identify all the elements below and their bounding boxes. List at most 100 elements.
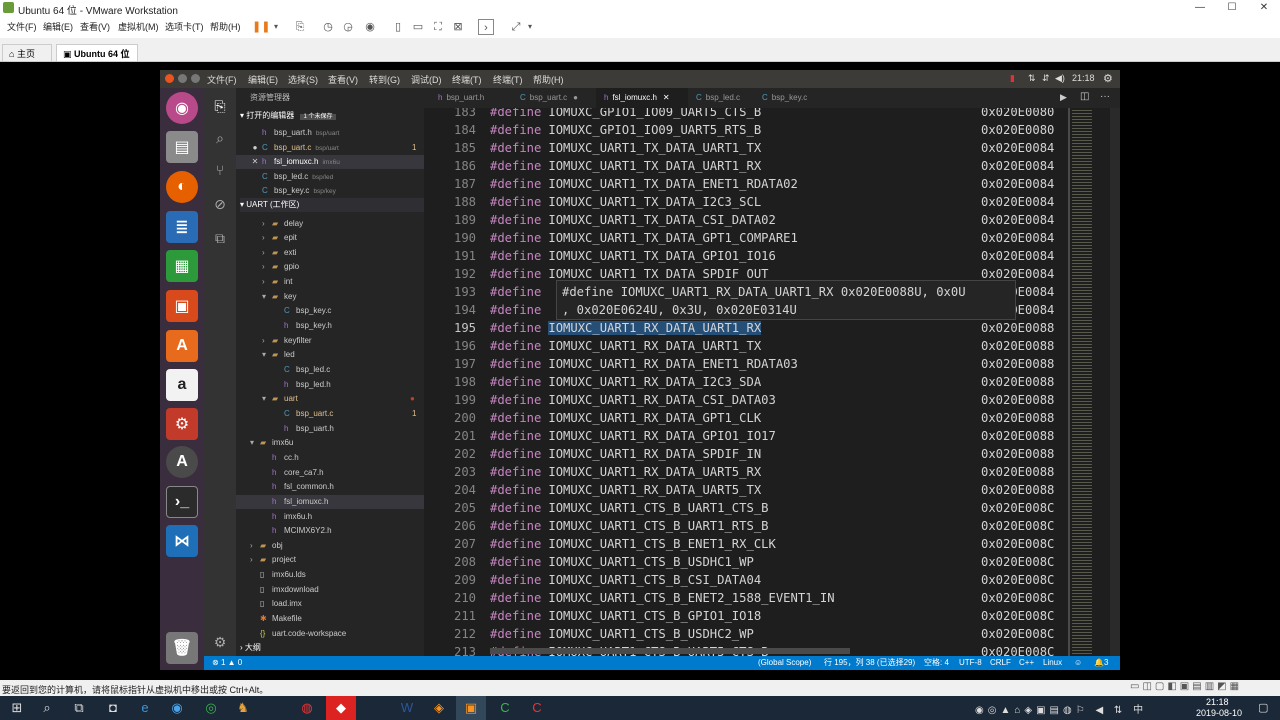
terminal-icon[interactable]: ›_	[166, 486, 198, 518]
software-updater-icon[interactable]: A	[166, 446, 198, 478]
close-tab-icon[interactable]: ✕	[663, 93, 670, 102]
split-editor-icon[interactable]: ◫	[1080, 91, 1089, 102]
tree-file[interactable]: h bsp_key.h	[236, 319, 424, 333]
open-editor-item[interactable]: h bsp_uart.h bsp/uart	[236, 126, 424, 140]
ubuntu-menu-terminal[interactable]: 终端(T)	[452, 73, 482, 86]
menu-file[interactable]: 文件(F)	[7, 16, 37, 38]
minimap[interactable]	[1068, 108, 1070, 656]
current-code-line[interactable]: 195 #define IOMUXC_UART1_RX_DATA_UART1_RX 0…	[424, 319, 1064, 337]
writer-icon[interactable]: ≣	[166, 211, 198, 243]
extensions-icon[interactable]: ⧉	[210, 228, 230, 248]
debug-icon[interactable]: ⊘	[210, 194, 230, 214]
menu-view[interactable]: 查看(V)	[80, 16, 110, 38]
scope-status[interactable]: (Global Scope)	[758, 656, 811, 670]
code-line[interactable]: 209 #define IOMUXC_UART1_CTS_B_CSI_DATA04 0…	[424, 571, 1064, 589]
tree-folder[interactable]: ▾ ▰ uart ●	[236, 392, 424, 406]
ubuntu-menu-terminal-2[interactable]: 终端(T)	[493, 73, 523, 86]
code-line[interactable]: 183 #define IOMUXC_GPIO1_IO09_UART5_CTS_B 0…	[424, 108, 1064, 121]
tree-file[interactable]: ▯ load.imx	[236, 597, 424, 611]
volume-icon[interactable]: ◀)	[1055, 73, 1065, 84]
code-line[interactable]: 184 #define IOMUXC_GPIO1_IO09_UART5_RTS_B 0…	[424, 121, 1064, 139]
code-line[interactable]: 191 #define IOMUXC_UART1_TX_DATA_GPIO1_IO1…	[424, 247, 1064, 265]
calc-icon[interactable]: ▦	[166, 250, 198, 282]
vertical-scrollbar[interactable]	[1110, 108, 1120, 656]
tree-file[interactable]: h cc.h	[236, 451, 424, 465]
tab-home[interactable]: ⌂ 主页	[2, 44, 52, 62]
code-line[interactable]: 211 #define IOMUXC_UART1_CTS_B_GPIO1_IO18 0…	[424, 607, 1064, 625]
ubuntu-menu-debug[interactable]: 调试(D)	[411, 73, 442, 86]
green-app-icon[interactable]: ◎	[196, 696, 226, 720]
menu-help[interactable]: 帮助(H)	[210, 16, 241, 38]
vmware-taskbar-icon[interactable]: ▣	[456, 696, 486, 720]
ubuntu-dash-icon[interactable]: ◉	[166, 92, 198, 124]
tree-file[interactable]: Cbsp_key.c	[236, 304, 424, 318]
dropdown-icon[interactable]: ▾	[268, 19, 284, 35]
clock-date[interactable]: 2019-08-10	[1196, 708, 1242, 718]
thumbnail-icon[interactable]: ▭	[410, 19, 426, 35]
tree-folder[interactable]: › ▰ gpio	[236, 260, 424, 274]
editor-tab[interactable]: Cbsp_led.c	[688, 88, 754, 108]
code-line[interactable]: 212 #define IOMUXC_UART1_CTS_B_USDHC2_WP 0x…	[424, 625, 1064, 643]
browser-icon[interactable]: ◉	[162, 696, 192, 720]
indent-status[interactable]: 空格: 4	[924, 656, 949, 670]
open-editor-item[interactable]: ✕ h fsl_iomuxc.h imx6u	[236, 155, 424, 169]
tree-file[interactable]: ▯ imx6u.lds	[236, 568, 424, 582]
code-line[interactable]: 196 #define IOMUXC_UART1_RX_DATA_UART1_TX 0…	[424, 337, 1064, 355]
os-status[interactable]: Linux	[1043, 656, 1062, 670]
search-icon[interactable]: ⌕	[210, 128, 230, 148]
horizontal-scrollbar[interactable]	[490, 648, 850, 654]
ubuntu-menu-help[interactable]: 帮助(H)	[533, 73, 564, 86]
manage-gear-icon[interactable]: ⚙	[210, 632, 230, 652]
tree-file[interactable]: ✱ Makefile	[236, 612, 424, 626]
sidebar-toggle-icon[interactable]: ▯	[390, 19, 406, 35]
more-actions-icon[interactable]: ···	[1100, 91, 1110, 102]
code-line[interactable]: 190 #define IOMUXC_UART1_TX_DATA_GPT1_COMP…	[424, 229, 1064, 247]
code-line[interactable]: 187 #define IOMUXC_UART1_TX_DATA_ENET1_RDA…	[424, 175, 1064, 193]
ubuntu-clock[interactable]: 21:18	[1072, 73, 1095, 83]
code-editor[interactable]: 183 #define IOMUXC_GPIO1_IO09_UART5_CTS_B 0…	[424, 108, 1120, 656]
tree-folder[interactable]: › ▰ obj	[236, 539, 424, 553]
unity-icon[interactable]: ⊠	[450, 19, 466, 35]
tree-file[interactable]: Cbsp_led.c	[236, 363, 424, 377]
fullscreen-icon[interactable]: ⛶	[430, 19, 446, 35]
tree-folder[interactable]: › ▰ keyfilter	[236, 334, 424, 348]
code-line[interactable]: 189 #define IOMUXC_UART1_TX_DATA_CSI_DATA0…	[424, 211, 1064, 229]
workspace-header[interactable]: ▾ UART (工作区)	[240, 198, 424, 212]
menu-edit[interactable]: 编辑(E)	[43, 16, 73, 38]
tab-ubuntu[interactable]: ▣ Ubuntu 64 位 ✕	[56, 44, 138, 77]
tree-folder[interactable]: › ▰ epit	[236, 231, 424, 245]
taskbar-search-icon[interactable]: ⌕	[32, 696, 62, 720]
tree-file[interactable]: Cbsp_uart.c 1	[236, 407, 424, 421]
send-keys-icon[interactable]: ⎘	[292, 19, 308, 35]
tree-folder[interactable]: › ▰ project	[236, 553, 424, 567]
red-app-icon[interactable]: ◆	[326, 696, 356, 720]
ubuntu-menu-goto[interactable]: 转到(G)	[369, 73, 400, 86]
close-button[interactable]: ✕	[1250, 0, 1278, 16]
code-line[interactable]: 197 #define IOMUXC_UART1_RX_DATA_ENET1_RDA…	[424, 355, 1064, 373]
feedback-icon[interactable]: ☺	[1074, 656, 1082, 670]
code-line[interactable]: 201 #define IOMUXC_UART1_RX_DATA_GPIO1_IO1…	[424, 427, 1064, 445]
open-editor-item[interactable]: ● Cbsp_uart.c bsp/uart 1	[236, 141, 424, 155]
tree-file[interactable]: h bsp_uart.h	[236, 422, 424, 436]
source-control-icon[interactable]: ⑂	[210, 160, 230, 180]
open-editor-item[interactable]: Cbsp_led.c bsp/led	[236, 170, 424, 184]
tree-folder[interactable]: › ▰ int	[236, 275, 424, 289]
language-status[interactable]: C++	[1019, 656, 1034, 670]
minimap-preview[interactable]	[1072, 108, 1092, 656]
ubuntu-menu-select[interactable]: 选择(S)	[288, 73, 318, 86]
menu-tabs[interactable]: 选项卡(T)	[165, 16, 204, 38]
errors-status[interactable]: ⊗ 1 ▲ 0	[212, 656, 242, 670]
software-center-icon[interactable]: A	[166, 330, 198, 362]
keyboard-icon[interactable]: ⇅	[1028, 73, 1036, 84]
tree-file[interactable]: ▯ imxdownload	[236, 583, 424, 597]
tray-icons[interactable]: ◉◎▲⌂◈▣▤◍⚐ ◀ ⇅ 中	[975, 701, 1147, 716]
close-window-icon[interactable]	[165, 74, 174, 83]
ubuntu-menu-file[interactable]: 文件(F)	[207, 73, 237, 86]
device-icons[interactable]: ▭◫▢◧▣▤▥◩▦	[1130, 681, 1242, 692]
minimize-button[interactable]: —	[1186, 0, 1214, 16]
open-editor-item[interactable]: Cbsp_key.c bsp/key	[236, 184, 424, 198]
system-settings-icon[interactable]: ⚙	[166, 408, 198, 440]
files-icon[interactable]: ▤	[166, 131, 198, 163]
minimize-window-icon[interactable]	[178, 74, 187, 83]
tree-file[interactable]: h bsp_led.h	[236, 378, 424, 392]
